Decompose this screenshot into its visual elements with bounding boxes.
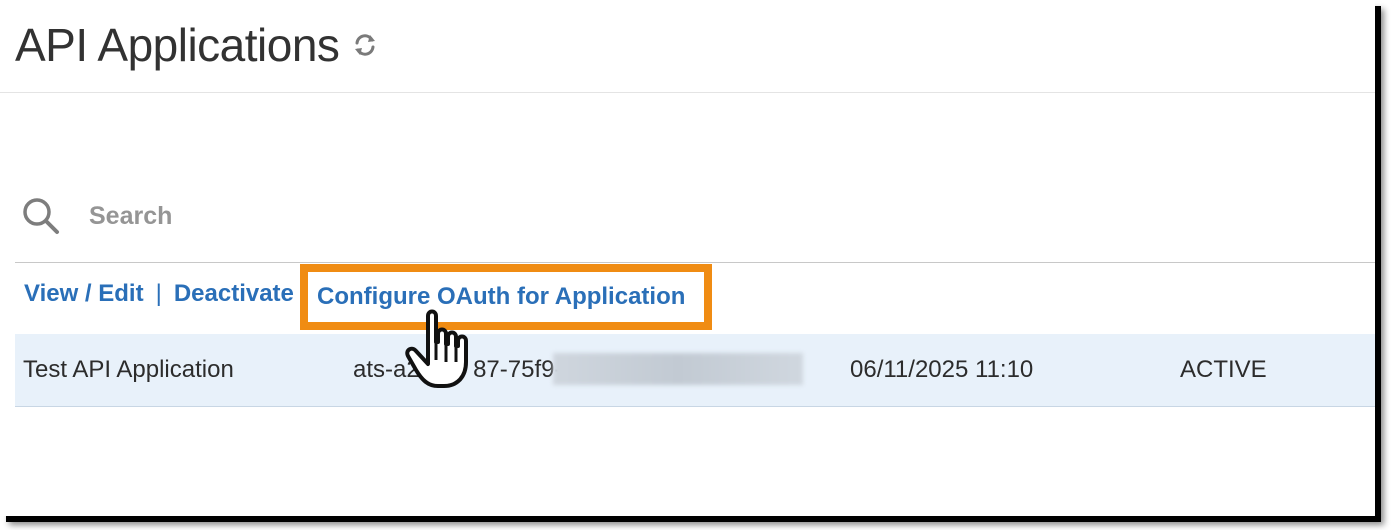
search-bar [21,196,591,236]
header-divider [0,92,1375,93]
app-key-part: 87-75f9- [473,356,563,383]
action-separator: | [155,280,162,307]
created-date-cell: 06/11/2025 11:10 [850,356,1034,383]
app-name-cell: Test API Application [23,356,234,383]
hand-pointer-icon [405,309,468,388]
page-title: API Applications [15,19,340,71]
search-input[interactable] [87,200,591,232]
search-icon [23,198,59,234]
table-row[interactable]: Test API Application ats-a22 87-75f9- 06/… [15,334,1375,407]
search-divider [15,262,1375,263]
refresh-icon[interactable] [351,31,379,59]
view-edit-link[interactable]: View / Edit [24,280,144,308]
configure-oauth-link[interactable]: Configure OAuth for Application [317,283,685,311]
title-row: API Applications [15,18,379,72]
status-cell: ACTIVE [1180,356,1267,383]
deactivate-link[interactable]: Deactivate [174,280,294,308]
redacted-key-blur [553,353,803,385]
application-window: API Applications View / Edit | Deactivat… [0,0,1375,516]
row-actions: View / Edit | Deactivate [24,280,294,308]
